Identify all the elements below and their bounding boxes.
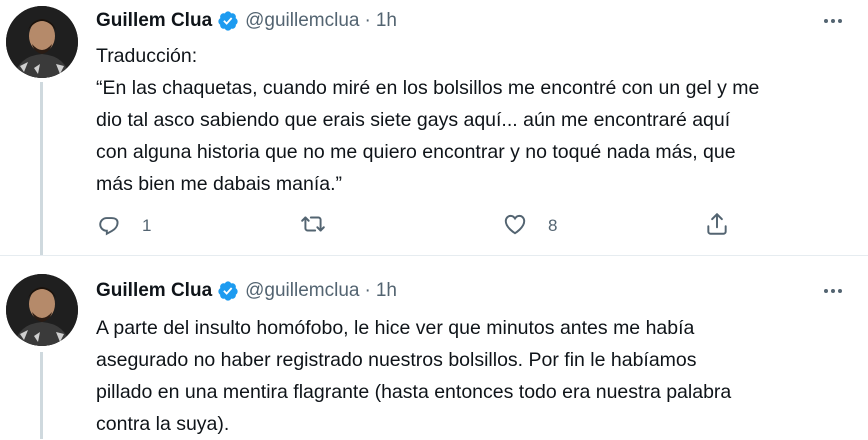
- reply-button[interactable]: 1: [96, 208, 151, 244]
- avatar[interactable]: [6, 6, 78, 78]
- tweet-text: Traducción: “En las chaquetas, cuando mi…: [96, 40, 856, 200]
- author-handle[interactable]: @guillemclua: [245, 280, 359, 302]
- author-name[interactable]: Guillem Clua: [96, 10, 212, 32]
- like-button[interactable]: 8: [502, 208, 557, 244]
- separator-dot: ·: [364, 10, 371, 31]
- tweet-text-line: Traducción:: [96, 45, 198, 67]
- tweet-text: A parte del insulto homófobo, le hice ve…: [96, 312, 856, 440]
- tweet[interactable]: Guillem Clua @guillemclua · 1h Traducció…: [0, 0, 868, 256]
- tweet-text-line: más bien me dabais manía.”: [96, 173, 343, 195]
- reply-count: 1: [142, 216, 152, 235]
- author-handle[interactable]: @guillemclua: [245, 10, 359, 32]
- tweet-text-line: con alguna historia que no me quiero enc…: [96, 141, 736, 163]
- tweet-text-line: “En las chaquetas, cuando miré en los bo…: [96, 77, 760, 99]
- timestamp[interactable]: 1h: [376, 280, 397, 302]
- retweet-icon: [300, 211, 326, 242]
- reply-icon: [96, 211, 122, 242]
- heart-icon: [502, 211, 528, 242]
- tweet-text-line: A parte del insulto homófobo, le hice ve…: [96, 317, 695, 339]
- thread-connector: [40, 352, 43, 439]
- author-name[interactable]: Guillem Clua: [96, 280, 212, 302]
- tweet-text-line: asegurado no haber registrado nuestros b…: [96, 349, 697, 371]
- thread-connector: [40, 82, 43, 256]
- tweet-text-line: contra la suya).: [96, 413, 230, 435]
- tweet-header: Guillem Clua @guillemclua · 1h: [96, 278, 397, 304]
- tweet-text-line: dio tal asco sabiendo que erais siete ga…: [96, 109, 731, 131]
- verified-badge-icon: [217, 10, 239, 32]
- tweet-actions: 1 8: [96, 208, 756, 244]
- tweet[interactable]: Guillem Clua @guillemclua · 1h A parte d…: [0, 256, 868, 439]
- verified-badge-icon: [217, 280, 239, 302]
- share-icon: [704, 211, 730, 242]
- share-button[interactable]: [704, 208, 730, 244]
- avatar[interactable]: [6, 274, 78, 346]
- like-count: 8: [548, 216, 558, 235]
- tweet-text-line: pillado en una mentira flagrante (hasta …: [96, 381, 732, 403]
- more-dots-icon[interactable]: [818, 281, 848, 301]
- tweet-header: Guillem Clua @guillemclua · 1h: [96, 8, 397, 34]
- timestamp[interactable]: 1h: [376, 10, 397, 32]
- separator-dot: ·: [364, 280, 371, 301]
- more-dots-icon[interactable]: [818, 11, 848, 31]
- retweet-button[interactable]: [300, 208, 326, 244]
